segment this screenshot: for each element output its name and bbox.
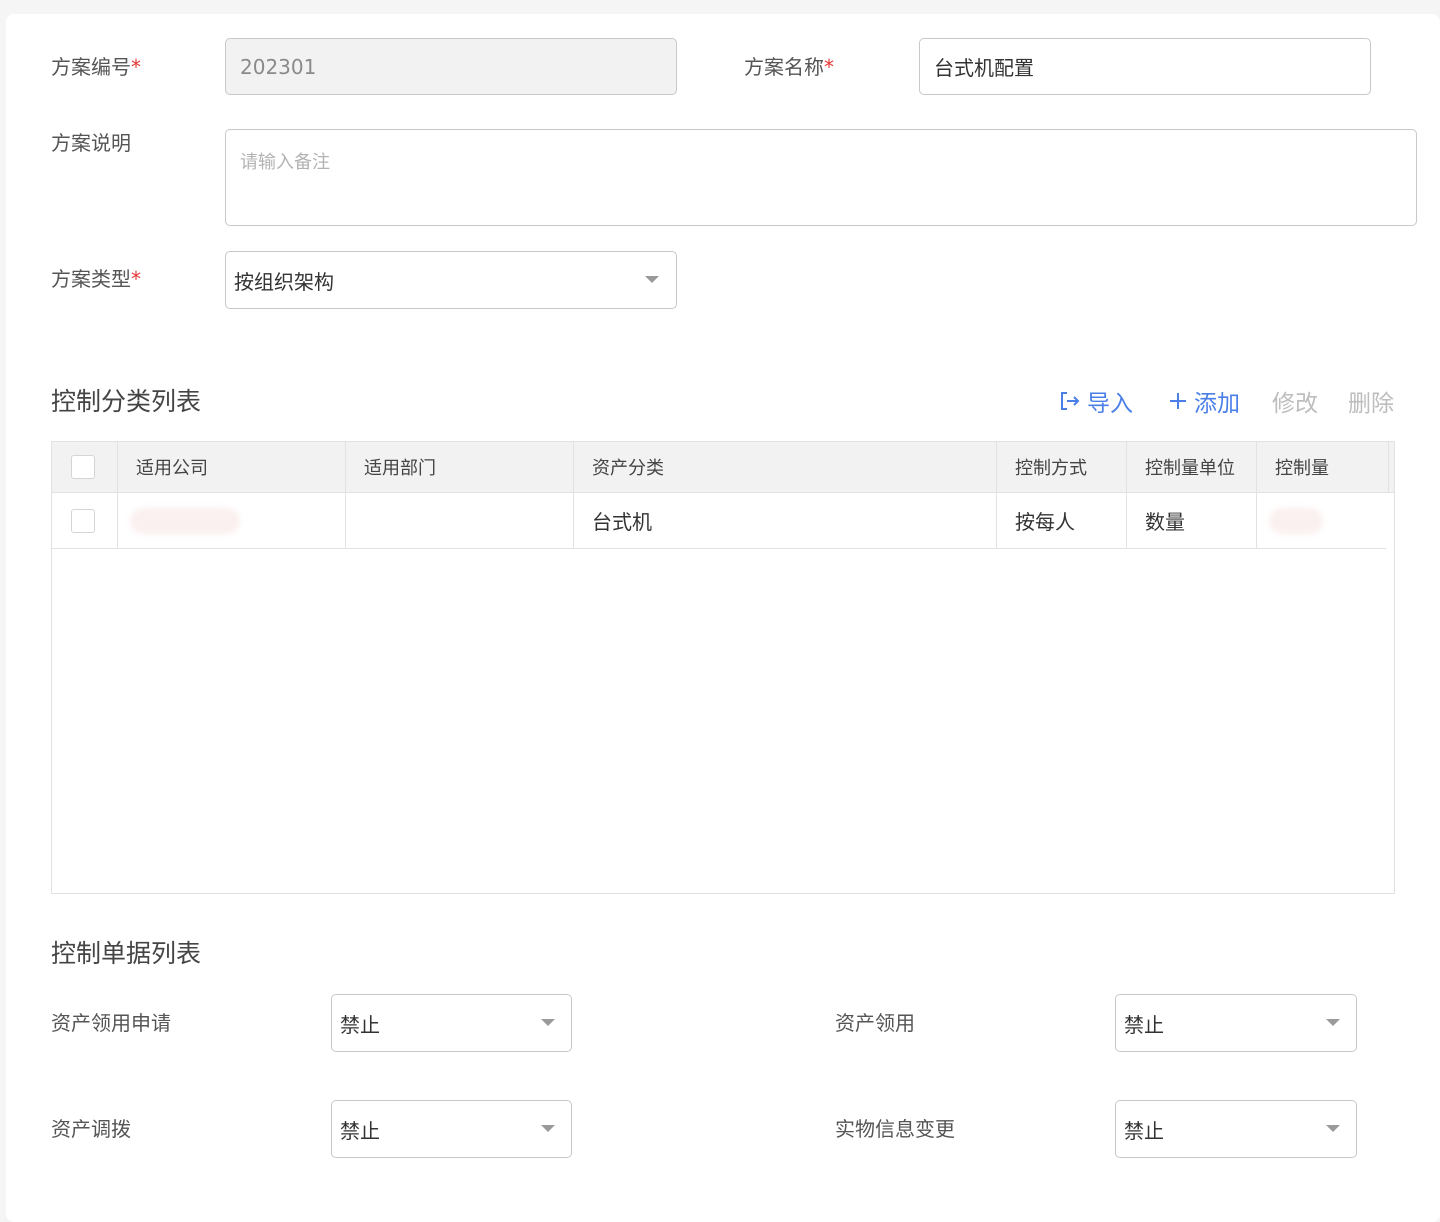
name-label: 方案名称* bbox=[744, 54, 834, 80]
chevron-down-icon bbox=[541, 1019, 555, 1026]
category-list-title: 控制分类列表 bbox=[51, 387, 202, 416]
document-select-asset-request[interactable]: 禁止 bbox=[331, 994, 572, 1052]
column-header[interactable]: 控制量 bbox=[1257, 442, 1389, 492]
select-value: 禁止 bbox=[1124, 1118, 1164, 1143]
type-select[interactable]: 按组织架构 bbox=[225, 251, 677, 309]
add-label: 添加 bbox=[1194, 391, 1240, 417]
document-label: 资产领用 bbox=[835, 1011, 915, 1035]
plus-icon bbox=[1170, 393, 1186, 409]
import-button[interactable]: 导入 bbox=[1059, 384, 1133, 418]
name-value: 台式机配置 bbox=[934, 56, 1034, 80]
document-select-info-change[interactable]: 禁止 bbox=[1115, 1100, 1357, 1158]
code-value: 202301 bbox=[240, 54, 317, 79]
desc-textarea[interactable]: 请输入备注 bbox=[225, 129, 1417, 226]
select-value: 禁止 bbox=[340, 1012, 380, 1037]
desc-label: 方案说明 bbox=[51, 130, 131, 156]
form-card: 方案编号* 202301 方案名称* 台式机配置 方案说明 请输入备注 方案类型… bbox=[6, 14, 1440, 1222]
code-input[interactable]: 202301 bbox=[225, 38, 677, 95]
chevron-down-icon bbox=[1326, 1019, 1340, 1026]
select-all-checkbox[interactable] bbox=[71, 455, 95, 479]
document-select-asset-transfer[interactable]: 禁止 bbox=[331, 1100, 572, 1158]
delete-button[interactable]: 删除 bbox=[1348, 384, 1394, 418]
category-cell: 台式机 bbox=[574, 493, 997, 548]
document-label: 实物信息变更 bbox=[835, 1117, 955, 1141]
code-label: 方案编号* bbox=[51, 54, 141, 80]
import-label: 导入 bbox=[1087, 391, 1133, 417]
column-header[interactable]: 适用公司 bbox=[118, 442, 346, 492]
department-cell bbox=[346, 493, 574, 548]
document-label: 资产领用申请 bbox=[51, 1011, 171, 1035]
redacted-amount bbox=[1269, 507, 1323, 534]
amount-cell bbox=[1257, 493, 1386, 548]
company-cell bbox=[118, 493, 346, 548]
table-row[interactable]: 台式机 按每人 数量 bbox=[52, 493, 1386, 549]
row-checkbox-cell bbox=[52, 493, 118, 548]
delete-label: 删除 bbox=[1348, 391, 1394, 417]
desc-label-text: 方案说明 bbox=[51, 131, 131, 155]
redacted-company bbox=[130, 507, 240, 534]
column-header[interactable]: 控制量单位 bbox=[1127, 442, 1257, 492]
document-label: 资产调拨 bbox=[51, 1117, 131, 1141]
required-mark: * bbox=[824, 55, 834, 79]
method-cell: 按每人 bbox=[997, 493, 1127, 548]
edit-button[interactable]: 修改 bbox=[1272, 384, 1318, 418]
type-label-text: 方案类型 bbox=[51, 267, 131, 291]
column-header[interactable]: 适用部门 bbox=[346, 442, 574, 492]
add-button[interactable]: 添加 bbox=[1168, 384, 1240, 418]
name-input[interactable]: 台式机配置 bbox=[919, 38, 1371, 95]
type-label: 方案类型* bbox=[51, 266, 141, 292]
required-mark: * bbox=[131, 267, 141, 291]
column-header[interactable]: 控制方式 bbox=[997, 442, 1127, 492]
document-select-asset-use[interactable]: 禁止 bbox=[1115, 994, 1357, 1052]
import-icon bbox=[1061, 392, 1080, 410]
chevron-down-icon bbox=[1326, 1125, 1340, 1132]
header-checkbox-cell bbox=[52, 442, 118, 492]
select-value: 禁止 bbox=[1124, 1012, 1164, 1037]
name-label-text: 方案名称 bbox=[744, 55, 824, 79]
document-list-title: 控制单据列表 bbox=[51, 939, 202, 968]
table-header: 适用公司 适用部门 资产分类 控制方式 控制量单位 控制量 bbox=[52, 442, 1394, 493]
select-value: 禁止 bbox=[340, 1118, 380, 1143]
column-header[interactable]: 资产分类 bbox=[574, 442, 997, 492]
required-mark: * bbox=[131, 55, 141, 79]
edit-label: 修改 bbox=[1272, 391, 1318, 417]
category-table: 适用公司 适用部门 资产分类 控制方式 控制量单位 控制量 台式机 按每人 数量 bbox=[51, 441, 1395, 894]
chevron-down-icon bbox=[541, 1125, 555, 1132]
desc-placeholder: 请输入备注 bbox=[240, 152, 330, 173]
unit-cell: 数量 bbox=[1127, 493, 1257, 548]
code-label-text: 方案编号 bbox=[51, 55, 131, 79]
chevron-down-icon bbox=[645, 276, 659, 283]
type-value: 按组织架构 bbox=[234, 269, 334, 294]
row-checkbox[interactable] bbox=[71, 508, 95, 533]
